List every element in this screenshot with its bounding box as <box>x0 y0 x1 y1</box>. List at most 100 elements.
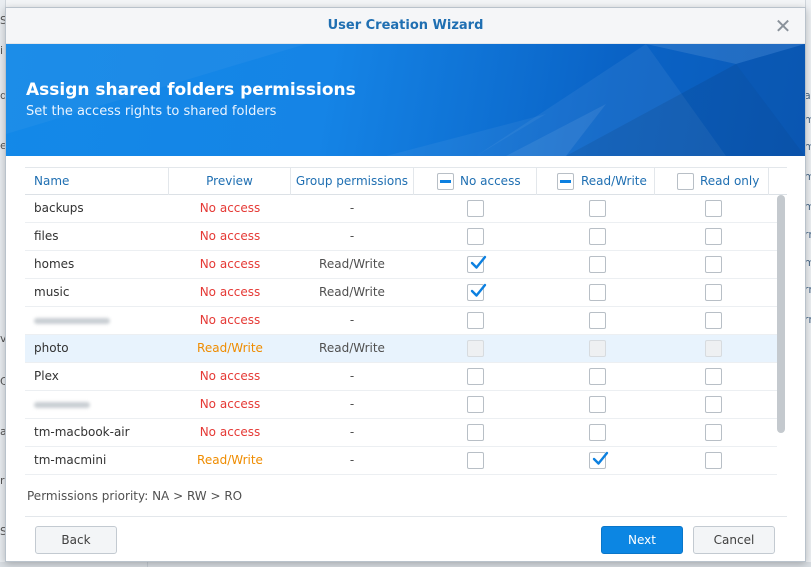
read-write-checkbox[interactable] <box>589 396 606 413</box>
table-row[interactable]: tm-macmini Read/Write - <box>25 447 777 475</box>
table-row[interactable]: No access - <box>25 307 777 335</box>
dialog-title: User Creation Wizard <box>327 18 484 33</box>
row-read-write-cell <box>589 284 606 301</box>
column-header-name[interactable]: Name <box>25 168 169 195</box>
no-access-checkbox[interactable] <box>467 312 484 329</box>
permissions-priority-note: Permissions priority: NA > RW > RO <box>27 489 243 503</box>
select-all-read-write-checkbox[interactable] <box>557 173 574 190</box>
no-access-checkbox[interactable] <box>467 424 484 441</box>
row-read-write-cell <box>589 312 606 329</box>
row-name: files <box>34 229 59 243</box>
column-header-label: No access <box>460 174 521 188</box>
read-only-checkbox[interactable] <box>705 368 722 385</box>
footer-divider <box>25 516 787 517</box>
row-preview: No access <box>199 257 261 271</box>
banner-subtitle: Set the access rights to shared folders <box>26 104 277 119</box>
row-name: homes <box>34 257 75 271</box>
table-row[interactable]: music No access Read/Write <box>25 279 777 307</box>
column-header-label: Read only <box>700 174 760 188</box>
read-write-checkbox[interactable] <box>589 451 609 469</box>
back-button[interactable]: Back <box>35 526 117 554</box>
row-name: tm-macbook-air <box>34 425 130 439</box>
read-write-checkbox[interactable] <box>589 368 606 385</box>
table-scrollbar[interactable] <box>777 195 785 433</box>
column-header-read-only: Read only <box>655 168 769 195</box>
no-access-checkbox[interactable] <box>467 368 484 385</box>
select-all-no-access-checkbox[interactable] <box>437 173 454 190</box>
read-write-checkbox[interactable] <box>589 228 606 245</box>
row-group-permissions: - <box>349 229 355 243</box>
row-name: tm-macmini <box>34 453 107 467</box>
row-preview: No access <box>199 397 261 411</box>
read-only-checkbox[interactable] <box>705 312 722 329</box>
row-preview: No access <box>199 229 261 243</box>
row-preview: No access <box>199 313 261 327</box>
redacted-name <box>34 401 90 408</box>
read-only-checkbox[interactable] <box>705 228 722 245</box>
row-read-only-cell <box>705 200 722 217</box>
row-read-write-cell <box>589 228 606 245</box>
row-preview: No access <box>199 201 261 215</box>
table-row[interactable]: homes No access Read/Write <box>25 251 777 279</box>
row-read-only-cell <box>705 424 722 441</box>
row-no-access-cell <box>467 368 484 385</box>
select-all-read-only-checkbox[interactable] <box>677 173 694 190</box>
row-read-only-cell <box>705 312 722 329</box>
read-only-checkbox[interactable] <box>705 200 722 217</box>
no-access-checkbox[interactable] <box>467 200 484 217</box>
row-read-write-cell <box>589 451 609 469</box>
row-name: Plex <box>34 369 59 383</box>
row-no-access-cell <box>467 452 484 469</box>
banner-title: Assign shared folders permissions <box>26 80 356 100</box>
no-access-checkbox[interactable] <box>467 396 484 413</box>
no-access-checkbox[interactable] <box>467 228 484 245</box>
read-write-checkbox[interactable] <box>589 256 606 273</box>
table-row[interactable]: files No access - <box>25 223 777 251</box>
table-row[interactable]: No access - <box>25 391 777 419</box>
header-banner: Assign shared folders permissions Set th… <box>6 44 805 156</box>
column-header-label: Read/Write <box>581 174 647 188</box>
row-read-only-cell <box>705 396 722 413</box>
no-access-checkbox[interactable] <box>467 255 487 273</box>
row-read-write-cell <box>589 424 606 441</box>
close-icon[interactable]: ✕ <box>773 16 793 36</box>
row-group-permissions: - <box>349 425 355 439</box>
table-row[interactable]: backups No access - <box>25 195 777 223</box>
row-name: photo <box>34 341 69 355</box>
column-header-read-write: Read/Write <box>537 168 655 195</box>
next-button[interactable]: Next <box>601 526 683 554</box>
no-access-checkbox[interactable] <box>467 283 487 301</box>
redacted-name <box>34 317 110 324</box>
cancel-button[interactable]: Cancel <box>693 526 775 554</box>
row-no-access-cell <box>467 283 487 301</box>
row-no-access-cell <box>467 200 484 217</box>
read-only-checkbox[interactable] <box>705 424 722 441</box>
read-write-checkbox[interactable] <box>589 424 606 441</box>
table-row[interactable]: Plex No access - <box>25 363 777 391</box>
row-read-only-cell <box>705 340 722 357</box>
row-group-permissions: - <box>349 201 355 215</box>
table-row[interactable]: photo Read/Write Read/Write <box>25 335 777 363</box>
row-read-only-cell <box>705 452 722 469</box>
read-only-checkbox[interactable] <box>705 256 722 273</box>
read-only-checkbox[interactable] <box>705 284 722 301</box>
column-header-no-access: No access <box>414 168 537 195</box>
read-write-checkbox[interactable] <box>589 200 606 217</box>
no-access-checkbox[interactable] <box>467 452 484 469</box>
column-header-group-permissions[interactable]: Group permissions <box>291 168 414 195</box>
read-only-checkbox[interactable] <box>705 396 722 413</box>
column-header-preview[interactable]: Preview <box>169 168 291 195</box>
table-row[interactable]: tm-macbook-air No access - <box>25 419 777 447</box>
read-only-checkbox[interactable] <box>705 452 722 469</box>
row-name <box>34 307 110 334</box>
row-read-only-cell <box>705 228 722 245</box>
row-read-only-cell <box>705 284 722 301</box>
read-write-checkbox[interactable] <box>589 284 606 301</box>
row-no-access-cell <box>467 312 484 329</box>
read-write-checkbox <box>589 340 606 357</box>
read-write-checkbox[interactable] <box>589 312 606 329</box>
row-preview: Read/Write <box>197 453 263 467</box>
user-creation-wizard-dialog: User Creation Wizard ✕ Assign shared fol… <box>5 7 806 562</box>
row-group-permissions: Read/Write <box>319 341 385 355</box>
row-group-permissions: - <box>349 369 355 383</box>
